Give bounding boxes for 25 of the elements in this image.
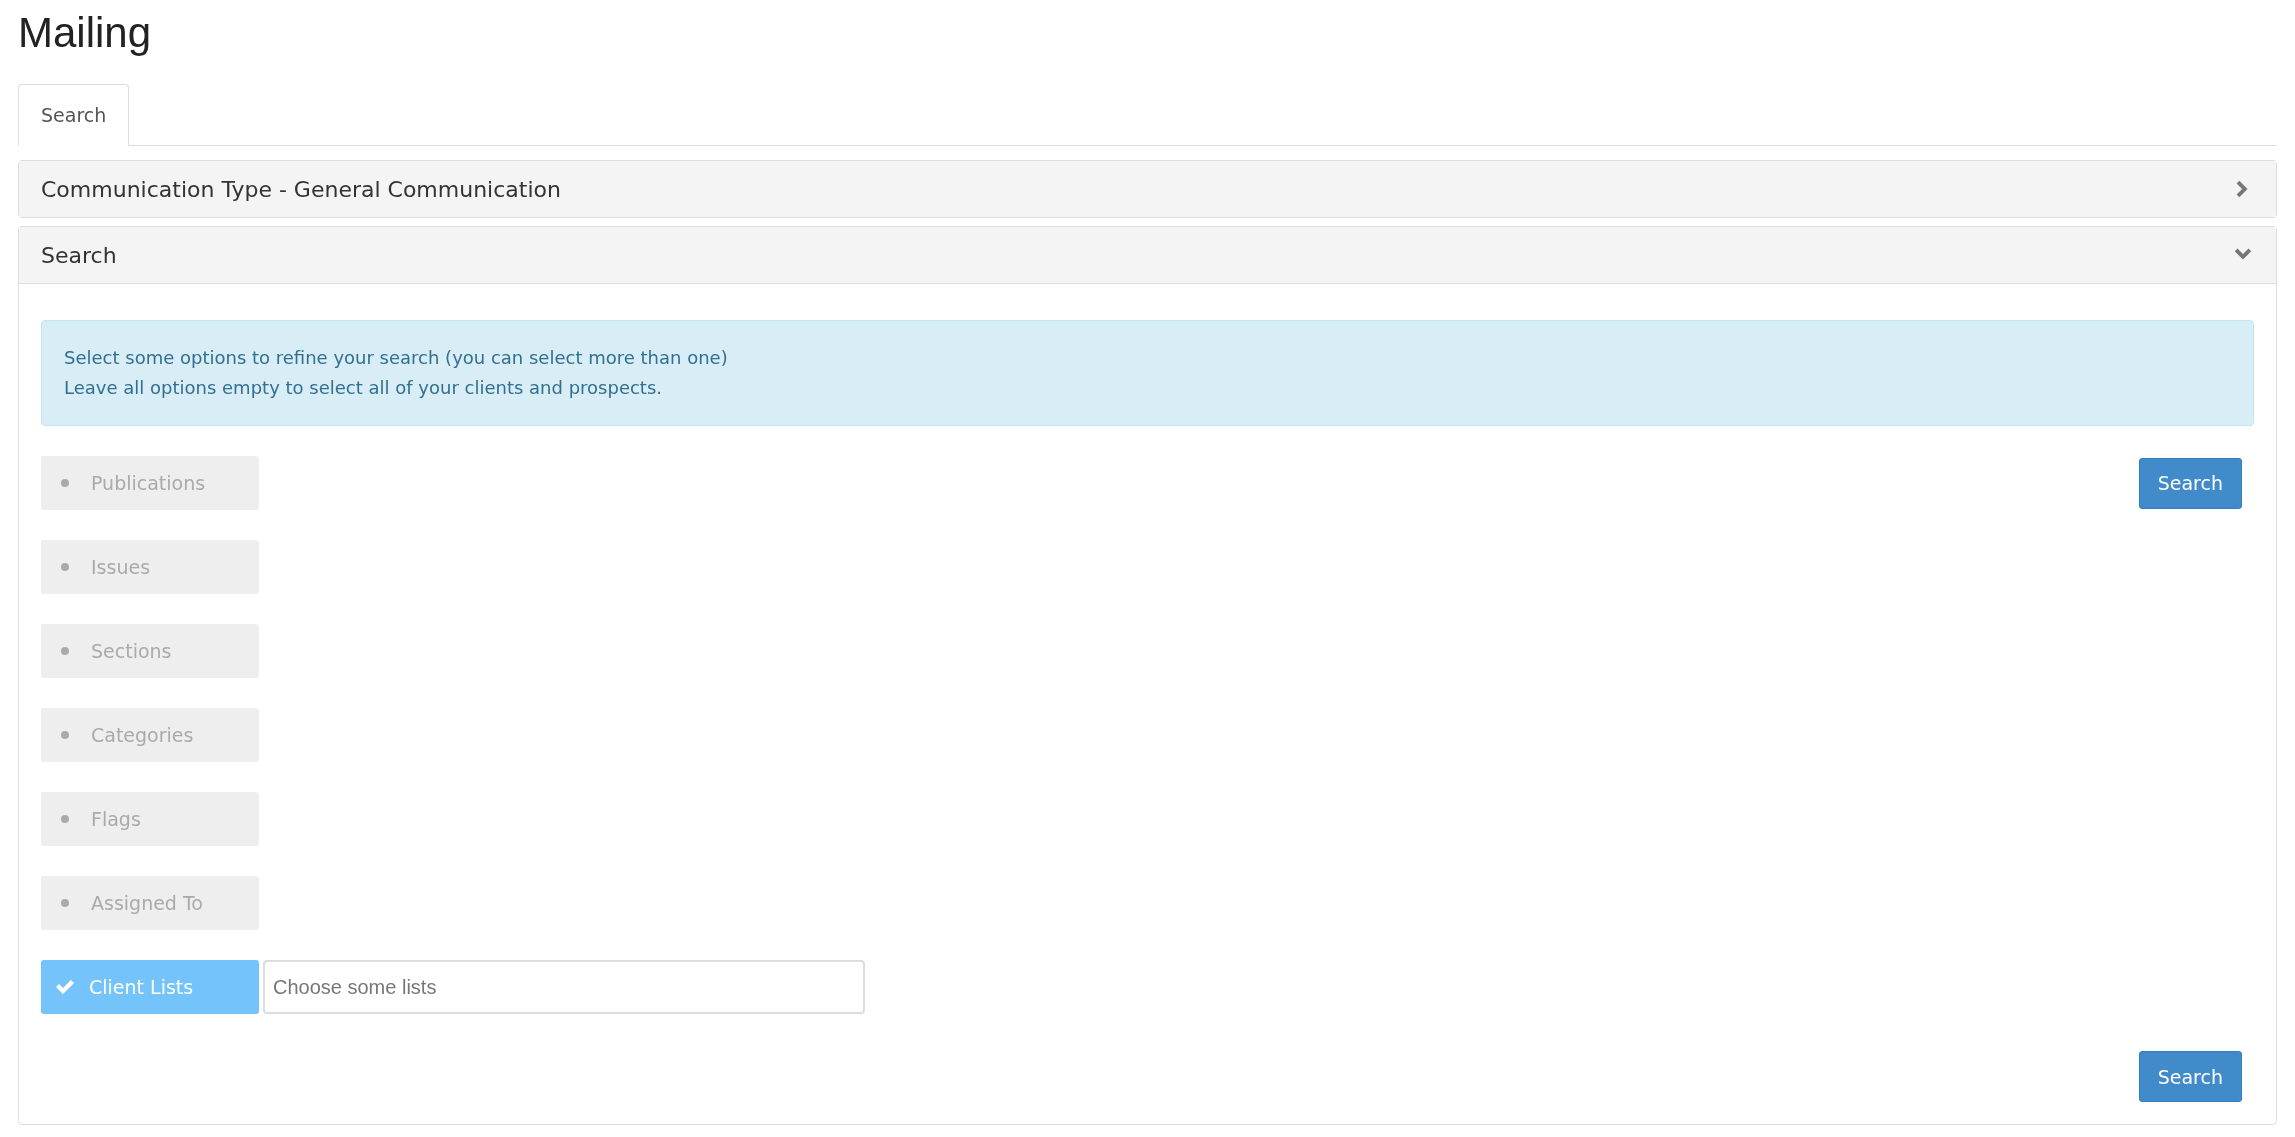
filter-toggle[interactable]: Assigned To bbox=[41, 876, 259, 930]
search-button[interactable]: Search bbox=[2138, 457, 2242, 509]
panel-header[interactable]: Search bbox=[19, 227, 2276, 283]
page-title: Mailing bbox=[18, 8, 153, 58]
filter-toggle[interactable]: Client Lists bbox=[41, 960, 259, 1014]
bullet-icon bbox=[61, 479, 69, 487]
alert-text: Select some options to refine your search (you can select more than one) bbox=[64, 346, 729, 370]
search-button[interactable]: Search bbox=[2138, 1051, 2242, 1102]
filter-toggle[interactable]: Issues bbox=[41, 540, 259, 594]
lists-input-field[interactable]: Choose some lists bbox=[263, 960, 865, 1014]
alert-text: Leave all options empty to select all of your clients and prospects. bbox=[64, 376, 664, 400]
bullet-icon bbox=[61, 815, 69, 823]
bullet-icon bbox=[61, 647, 69, 655]
panel-title: Communication Type - General Communication bbox=[41, 176, 561, 202]
bullet-icon bbox=[61, 899, 69, 907]
filter-toggle[interactable]: Flags bbox=[41, 792, 259, 846]
bullet-icon bbox=[61, 731, 69, 739]
filter-toggle[interactable]: Sections bbox=[41, 624, 259, 678]
filter-toggle[interactable]: Publications bbox=[41, 456, 259, 510]
search-tab[interactable]: Search bbox=[18, 84, 130, 146]
bullet-icon bbox=[61, 563, 69, 571]
filter-toggle[interactable]: Categories bbox=[41, 708, 259, 762]
panel-title: Search bbox=[41, 242, 117, 268]
panel-header[interactable]: Communication Type - General Communication bbox=[19, 161, 2276, 217]
check-icon bbox=[55, 979, 75, 995]
